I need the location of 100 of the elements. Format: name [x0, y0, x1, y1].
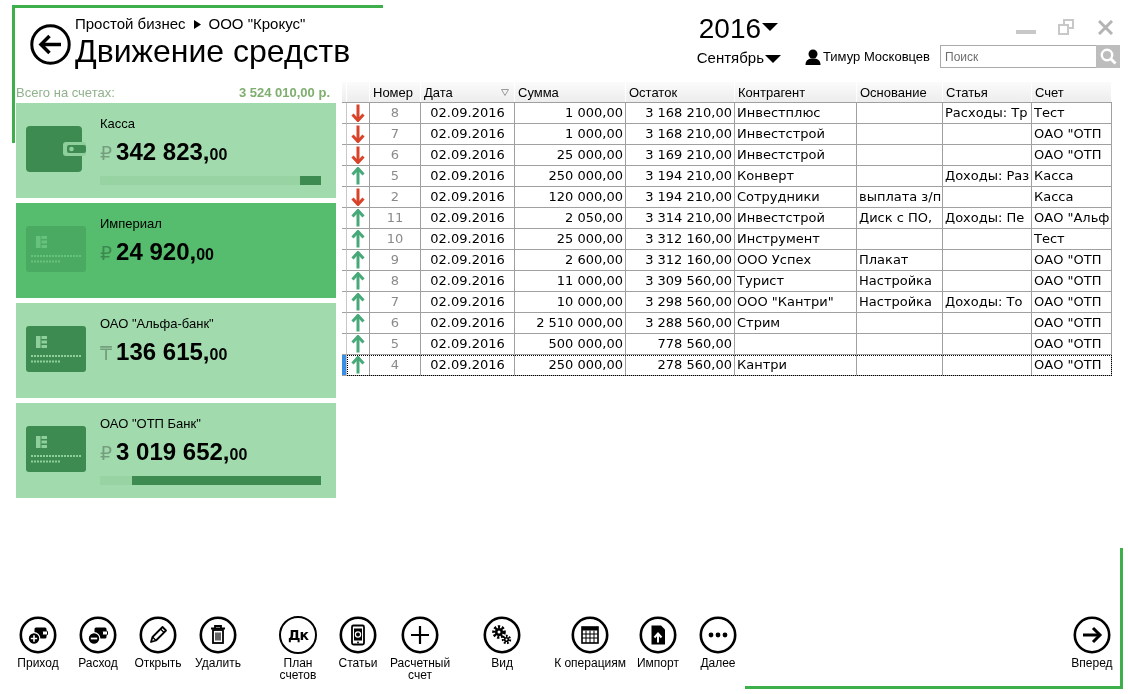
restore-button[interactable] [1058, 19, 1074, 35]
row-number: 8 [370, 103, 421, 123]
column-header[interactable]: Контрагент [735, 82, 857, 102]
account-card[interactable]: ОАО "ОТП Банк" ₽ 3 019 652,00 [16, 403, 336, 498]
currency-sign: ₸ [100, 341, 113, 366]
income-button[interactable]: Приход [8, 616, 68, 669]
table-row[interactable]: 7 02.09.2016 1 000,00 3 168 210,00 Инвестстрой ОАО "ОТП [347, 124, 1112, 145]
more-button[interactable]: Далее [687, 616, 748, 669]
user-icon [804, 49, 821, 65]
table-cell: 02.09.2016 [421, 145, 515, 165]
caret-icon [762, 23, 779, 31]
filter-icon[interactable] [501, 88, 509, 96]
account-card[interactable]: Империал ₽ 24 920,00 [16, 203, 336, 298]
plus-icon [401, 616, 440, 654]
expense-button[interactable]: Расход [68, 616, 128, 669]
row-number: 10 [370, 229, 421, 249]
column-header[interactable]: Сумма [515, 82, 626, 102]
table-cell: ОАО "ОТП [1032, 292, 1112, 312]
wallet-minus-icon [79, 616, 117, 654]
account-name: ОАО "ОТП Банк" [100, 416, 201, 432]
table-cell: ОАО "ОТП [1032, 334, 1112, 354]
trash-icon [199, 616, 237, 654]
table-cell: 3 309 560,00 [626, 271, 735, 291]
table-cell: 778 560,00 [626, 334, 735, 354]
column-header[interactable]: Основание [857, 82, 943, 102]
articles-button[interactable]: Статьи [328, 616, 388, 681]
table-cell: Настройка [857, 292, 943, 312]
table-cell: Касса [1032, 187, 1112, 207]
import-button[interactable]: Импорт [627, 616, 688, 669]
table-cell: 11 000,00 [515, 271, 626, 291]
table-cell: ООО "Кантри" [735, 292, 857, 312]
close-button[interactable] [1098, 19, 1113, 35]
operations-button[interactable]: К операциям [552, 616, 628, 669]
table-cell: 120 000,00 [515, 187, 626, 207]
month-dropdown[interactable]: Сентябрь [696, 49, 781, 67]
table-row[interactable]: 4 02.09.2016 250 000,00 278 560,00 Кантри ОАО "ОТП [347, 355, 1112, 376]
account-balance: 24 920,00 [116, 238, 214, 267]
table-cell: ОАО "ОТП [1032, 313, 1112, 333]
table-cell: Инвестстрой [735, 145, 857, 165]
forward-button[interactable]: Вперед [1067, 616, 1117, 669]
account-card[interactable]: Касса ₽ 342 823,00 [16, 103, 336, 198]
table-row[interactable]: 8 02.09.2016 1 000,00 3 168 210,00 Инвестплюс Расходы: Тр Тест [347, 103, 1112, 124]
delete-button[interactable]: Удалить [188, 616, 248, 669]
table-cell: ОАО "ОТП [1032, 355, 1112, 375]
table-cell: 02.09.2016 [421, 355, 515, 375]
table-row[interactable]: 7 02.09.2016 10 000,00 3 298 560,00 ООО "Кантри" Настройка Доходы: То ОАО "ОТП [347, 292, 1112, 313]
bank-card-icon [26, 226, 86, 272]
table-cell: 250 000,00 [515, 355, 626, 375]
account-name: Касса [100, 116, 136, 132]
arrow-up-icon [351, 167, 365, 185]
arrow-up-icon [351, 335, 365, 353]
breadcrumb-link[interactable]: Простой бизнес [75, 15, 186, 33]
table-row[interactable]: 10 02.09.2016 25 000,00 3 312 160,00 Инструмент Тест [347, 229, 1112, 250]
table-row[interactable]: 5 02.09.2016 250 000,00 3 194 210,00 Конверт Доходы: Раз Касса [347, 166, 1112, 187]
column-header[interactable]: Счет [1032, 82, 1112, 102]
search-field[interactable]: Поиск [940, 45, 1096, 68]
year-dropdown[interactable]: 2016 [696, 13, 779, 45]
back-button[interactable] [30, 24, 71, 65]
table-row[interactable]: 2 02.09.2016 120 000,00 3 194 210,00 Сотрудники выплата з/п Касса [347, 187, 1112, 208]
table-cell: Турист [735, 271, 857, 291]
table-cell: 10 000,00 [515, 292, 626, 312]
view-button[interactable]: Вид [472, 616, 533, 669]
table-row[interactable]: 6 02.09.2016 25 000,00 3 169 210,00 Инвестстрой ОАО "ОТП [347, 145, 1112, 166]
arrow-down-icon [351, 188, 365, 206]
account-balance: 136 615,00 [116, 338, 228, 367]
chart-of-accounts-button[interactable]: Дк План счетов [268, 616, 328, 681]
account-name: Империал [100, 216, 162, 232]
table-cell: 02.09.2016 [421, 292, 515, 312]
table-cell: Стрим [735, 313, 857, 333]
open-button[interactable]: Открыть [128, 616, 188, 669]
bank-card-icon [26, 426, 86, 472]
column-header[interactable]: Номер [370, 82, 421, 102]
account-card[interactable]: ОАО "Альфа-банк" ₸ 136 615,00 [16, 303, 336, 398]
restore-icon [1058, 19, 1074, 35]
table-row[interactable]: 5 02.09.2016 500 000,00 778 560,00 ОАО "ОТП [347, 334, 1112, 355]
arrow-up-icon [351, 314, 365, 332]
table-cell: 02.09.2016 [421, 124, 515, 144]
table-row[interactable]: 6 02.09.2016 2 510 000,00 3 288 560,00 Стрим ОАО "ОТП [347, 313, 1112, 334]
column-header[interactable]: Дата [421, 82, 515, 102]
table-cell: Инструмент [735, 229, 857, 249]
row-number: 8 [370, 271, 421, 291]
table-cell: Конверт [735, 166, 857, 186]
add-account-button[interactable]: Расчетный счет [388, 616, 453, 681]
user-name: Тимур Московцев [822, 49, 930, 65]
table-row[interactable]: 11 02.09.2016 2 050,00 3 314 210,00 Инвестстрой Диск с ПО, Доходы: Пе ОАО "Альф [347, 208, 1112, 229]
table-cell: Расходы: Тр [943, 103, 1032, 123]
table-row[interactable]: 9 02.09.2016 2 600,00 3 312 160,00 ООО Успех Плакат ОАО "ОТП [347, 250, 1112, 271]
table-cell: 02.09.2016 [421, 103, 515, 123]
pencil-icon [139, 616, 177, 654]
arrow-down-icon [351, 146, 365, 164]
search-button[interactable] [1096, 45, 1120, 68]
column-header[interactable]: Статья [943, 82, 1032, 102]
account-balance: 342 823,00 [116, 138, 228, 167]
table-row[interactable]: 8 02.09.2016 11 000,00 3 309 560,00 Турист Настройка ОАО "ОТП [347, 271, 1112, 292]
table-cell: 3 312 160,00 [626, 250, 735, 270]
row-number: 9 [370, 250, 421, 270]
arrow-up-icon [351, 251, 365, 269]
grid-icon [571, 616, 610, 654]
table-cell: ОАО "ОТП [1032, 271, 1112, 291]
column-header[interactable]: Остаток [626, 82, 735, 102]
